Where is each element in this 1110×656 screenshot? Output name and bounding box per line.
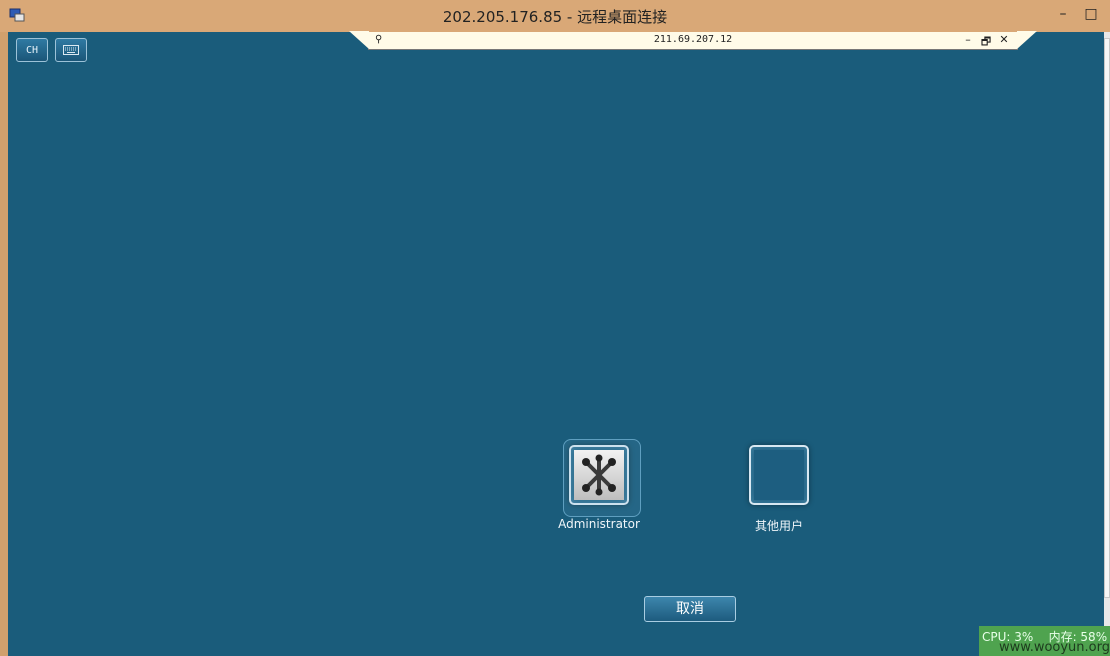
user-tile-frame	[749, 445, 809, 505]
on-screen-keyboard-button[interactable]	[55, 38, 87, 62]
window-titlebar[interactable]: 202.205.176.85 - 远程桌面连接 – □	[0, 0, 1110, 32]
user-avatar-icon	[574, 450, 624, 500]
window-frame-left	[0, 32, 8, 656]
connbar-restore-icon[interactable]: 🗗	[979, 33, 993, 52]
minimize-icon[interactable]: –	[1050, 4, 1076, 24]
scrollbar-thumb[interactable]	[1104, 38, 1110, 598]
remote-desktop-area[interactable]: CH ⚲ 211.69.207.12 – 🗗 ✕ Administrator 其…	[8, 31, 1104, 656]
window-title: 202.205.176.85 - 远程桌面连接	[442, 8, 668, 26]
user-name: 其他用户	[754, 519, 803, 533]
connection-bar[interactable]: ⚲ 211.69.207.12 – 🗗 ✕	[349, 31, 1037, 52]
language-label: CH	[25, 44, 39, 56]
blank-user-icon	[754, 450, 804, 500]
connbar-close-icon[interactable]: ✕	[997, 33, 1011, 46]
user-tile-administrator[interactable]: Administrator	[549, 439, 649, 531]
system-monitor-widget: CPU: 3% 内存: 58% www.wooyun.org	[979, 626, 1110, 656]
cancel-button[interactable]: 取消	[644, 596, 736, 622]
user-tile-frame	[563, 439, 641, 517]
user-tile-other-user[interactable]: 其他用户	[729, 445, 829, 534]
maximize-icon[interactable]: □	[1078, 4, 1104, 24]
connbar-minimize-icon[interactable]: –	[961, 33, 975, 46]
user-name: Administrator	[558, 517, 640, 531]
watermark-text: www.wooyun.org	[998, 640, 1110, 655]
connection-host: 211.69.207.12	[653, 34, 733, 45]
language-button[interactable]: CH	[16, 38, 48, 62]
keyboard-icon	[63, 45, 79, 55]
vertical-scrollbar[interactable]	[1104, 32, 1110, 656]
